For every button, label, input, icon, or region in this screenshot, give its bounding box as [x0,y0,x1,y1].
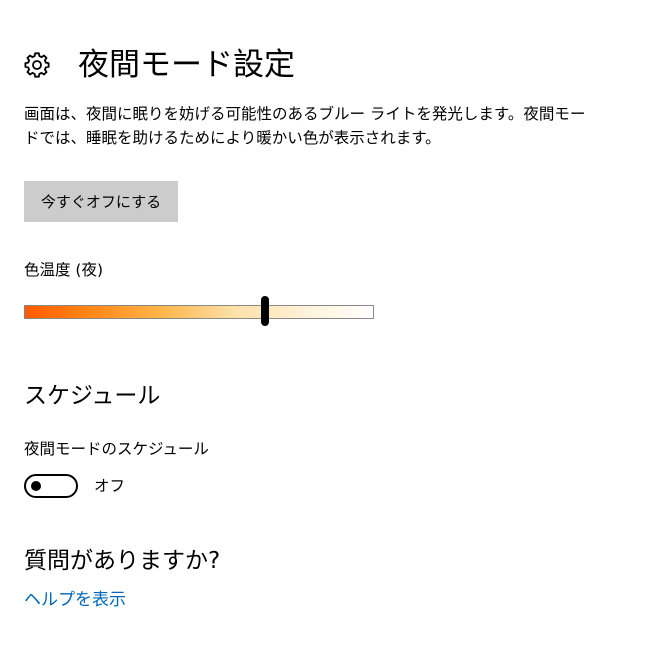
color-temperature-slider[interactable] [24,295,374,327]
description-text: 画面は、夜間に眠りを妨げる可能性のあるブルー ライトを発光します。夜間モードでは… [24,105,586,147]
toggle-knob [31,481,41,491]
get-help-link[interactable]: ヘルプを表示 [24,588,126,612]
slider-track[interactable] [24,305,374,319]
schedule-toggle-row: オフ [24,474,125,498]
schedule-label: 夜間モードのスケジュール [24,440,209,458]
color-temperature-label: 色温度 (夜) [24,261,104,279]
toggle-state-label: オフ [94,477,126,495]
page-header: 夜間モード設定 [24,22,295,108]
schedule-section-title: スケジュール [24,383,161,409]
page-title: 夜間モード設定 [78,46,295,83]
turn-off-now-button[interactable]: 今すぐオフにする [24,181,178,222]
help-section-title: 質問がありますか? [24,548,221,574]
gear-icon [24,52,50,78]
night-light-settings-page: 夜間モード設定 画面は、夜間に眠りを妨げる可能性のあるブルー ライトを発光します… [0,0,646,650]
slider-thumb[interactable] [261,296,269,326]
schedule-toggle[interactable] [24,474,78,498]
